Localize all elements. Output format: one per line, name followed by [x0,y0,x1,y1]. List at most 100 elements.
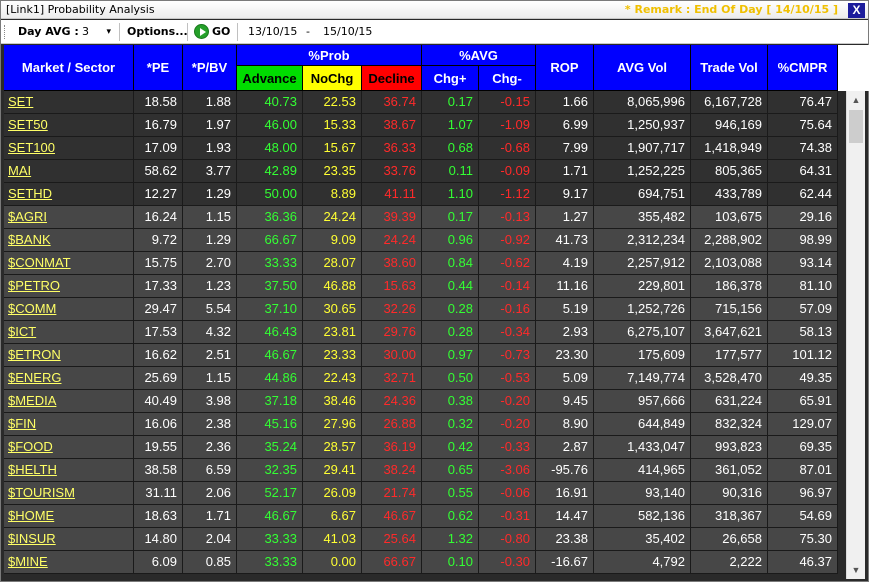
sector-link[interactable]: $HELTH [4,459,134,482]
table-row[interactable]: $TOURISM 31.11 2.06 52.17 26.09 21.74 0.55 -0.0… [4,482,838,505]
sector-link[interactable]: $HOME [4,505,134,528]
table-row[interactable]: $ETRON 16.62 2.51 46.67 23.33 30.00 0.97 -0.73 2… [4,344,838,367]
sector-link[interactable]: $PETRO [4,275,134,298]
pe-value: 25.69 [134,367,183,390]
pbv-value: 1.29 [183,183,237,206]
advance-value: 37.18 [237,390,303,413]
table-row[interactable]: $CONMAT 15.75 2.70 33.33 28.07 38.60 0.84 -0.62… [4,252,838,275]
day-avg-value: 3 [82,25,89,38]
chg-plus-value: 0.17 [422,206,479,229]
table-row[interactable]: $ICT 17.53 4.32 46.43 23.81 29.76 0.28 -0.34 2.9… [4,321,838,344]
nochg-value: 27.96 [303,413,362,436]
pbv-value: 1.23 [183,275,237,298]
decline-value: 32.26 [362,298,422,321]
table-row[interactable]: $MINE 6.09 0.85 33.33 0.00 66.67 0.10 -0.30 -16.… [4,551,838,574]
advance-value: 33.33 [237,528,303,551]
chg-minus-value: -0.06 [479,482,536,505]
chg-minus-value: -0.15 [479,91,536,114]
pbv-value: 2.70 [183,252,237,275]
table-row[interactable]: SET100 17.09 1.93 48.00 15.67 36.33 0.68 -0.68 7… [4,137,838,160]
cmpr-value: 46.37 [768,551,838,574]
close-button[interactable]: X [848,3,865,18]
advance-value: 40.73 [237,91,303,114]
pe-value: 12.27 [134,183,183,206]
table-row[interactable]: $HOME 18.63 1.71 46.67 6.67 46.67 0.62 -0.31 14.… [4,505,838,528]
pe-value: 17.33 [134,275,183,298]
col-header-chg-minus[interactable]: Chg- [479,66,536,91]
trade-vol-value: 993,823 [691,436,768,459]
table-row[interactable]: $BANK 9.72 1.29 66.67 9.09 24.24 0.96 -0.92 41.7… [4,229,838,252]
col-header-pe[interactable]: *PE [134,45,183,91]
cmpr-value: 65.91 [768,390,838,413]
col-header-trade-vol[interactable]: Trade Vol [691,45,768,91]
sector-link[interactable]: $BANK [4,229,134,252]
cmpr-value: 129.07 [768,413,838,436]
avg-vol-value: 414,965 [594,459,691,482]
col-header-rop[interactable]: ROP [536,45,594,91]
sector-link[interactable]: SET50 [4,114,134,137]
pbv-value: 1.97 [183,114,237,137]
chg-minus-value: -0.20 [479,413,536,436]
col-header-avg-vol[interactable]: AVG Vol [594,45,691,91]
toolbar-grip[interactable] [4,25,6,39]
table-row[interactable]: $FIN 16.06 2.38 45.16 27.96 26.88 0.32 -0.20 8.9… [4,413,838,436]
sector-link[interactable]: $ETRON [4,344,134,367]
sector-link[interactable]: $COMM [4,298,134,321]
sector-link[interactable]: $ENERG [4,367,134,390]
table-row[interactable]: $COMM 29.47 5.54 37.10 30.65 32.26 0.28 -0.16 5.… [4,298,838,321]
table-row[interactable]: $HELTH 38.58 6.59 32.35 29.41 38.24 0.65 -3.06-… [4,459,838,482]
chg-minus-value: -0.53 [479,367,536,390]
advance-value: 33.33 [237,551,303,574]
sector-link[interactable]: $INSUR [4,528,134,551]
sector-link[interactable]: $TOURISM [4,482,134,505]
chg-plus-value: 0.38 [422,390,479,413]
advance-value: 42.89 [237,160,303,183]
table-row[interactable]: MAI 58.62 3.77 42.89 23.35 33.76 0.11 -0.09 1.71… [4,160,838,183]
sector-link[interactable]: $CONMAT [4,252,134,275]
decline-value: 26.88 [362,413,422,436]
sector-link[interactable]: SET100 [4,137,134,160]
table-row[interactable]: $FOOD 19.55 2.36 35.24 28.57 36.19 0.42 -0.33 2.… [4,436,838,459]
sector-link[interactable]: $AGRI [4,206,134,229]
table-row[interactable]: $ENERG 25.69 1.15 44.86 22.43 32.71 0.50 -0.53 5… [4,367,838,390]
cmpr-value: 69.35 [768,436,838,459]
table-row[interactable]: $PETRO 17.33 1.23 37.50 46.88 15.63 0.44 -0.14 1… [4,275,838,298]
table-row[interactable]: SET 18.58 1.88 40.73 22.53 36.74 0.17 -0.15 1.66… [4,91,838,114]
options-button[interactable]: Options... [127,25,188,38]
table-row[interactable]: $INSUR 14.80 2.04 33.33 41.03 25.64 1.32 -0.80 2… [4,528,838,551]
table-row[interactable]: SET50 16.79 1.97 46.00 15.33 38.67 1.07 -1.09 6.… [4,114,838,137]
col-header-decline[interactable]: Decline [362,66,422,91]
col-header-nochg[interactable]: NoChg [303,66,362,91]
sector-link[interactable]: $FOOD [4,436,134,459]
cmpr-value: 81.10 [768,275,838,298]
avg-vol-value: 8,065,996 [594,91,691,114]
date-from: 13/10/15 [248,25,298,38]
sector-link[interactable]: $MINE [4,551,134,574]
cmpr-value: 101.12 [768,344,838,367]
table-row[interactable]: $MEDIA 40.49 3.98 37.18 38.46 24.36 0.38 -0.20 9… [4,390,838,413]
sector-link[interactable]: MAI [4,160,134,183]
trade-vol-value: 103,675 [691,206,768,229]
table-row[interactable]: SETHD 12.27 1.29 50.00 8.89 41.11 1.10 -1.12 9.1… [4,183,838,206]
sector-link[interactable]: $ICT [4,321,134,344]
sector-link[interactable]: $MEDIA [4,390,134,413]
vertical-scrollbar[interactable]: ▲ ▼ [846,91,865,579]
col-header-advance[interactable]: Advance [237,66,303,91]
chevron-down-icon[interactable]: ▼ [847,561,865,579]
col-header-pbv[interactable]: *P/BV [183,45,237,91]
day-avg-select[interactable]: 3 ▾ [78,23,114,41]
col-header-chg-plus[interactable]: Chg+ [422,66,479,91]
chevron-up-icon[interactable]: ▲ [847,91,865,109]
pe-value: 58.62 [134,160,183,183]
chg-plus-value: 0.17 [422,91,479,114]
col-header-market[interactable]: Market / Sector [4,45,134,91]
scrollbar-thumb[interactable] [849,110,863,143]
rop-value: 9.17 [536,183,594,206]
sector-link[interactable]: SETHD [4,183,134,206]
col-header-cmpr[interactable]: %CMPR [768,45,838,91]
avg-vol-value: 7,149,774 [594,367,691,390]
trade-vol-value: 2,222 [691,551,768,574]
sector-link[interactable]: SET [4,91,134,114]
sector-link[interactable]: $FIN [4,413,134,436]
table-row[interactable]: $AGRI 16.24 1.15 36.36 24.24 39.39 0.17 -0.13 1.… [4,206,838,229]
